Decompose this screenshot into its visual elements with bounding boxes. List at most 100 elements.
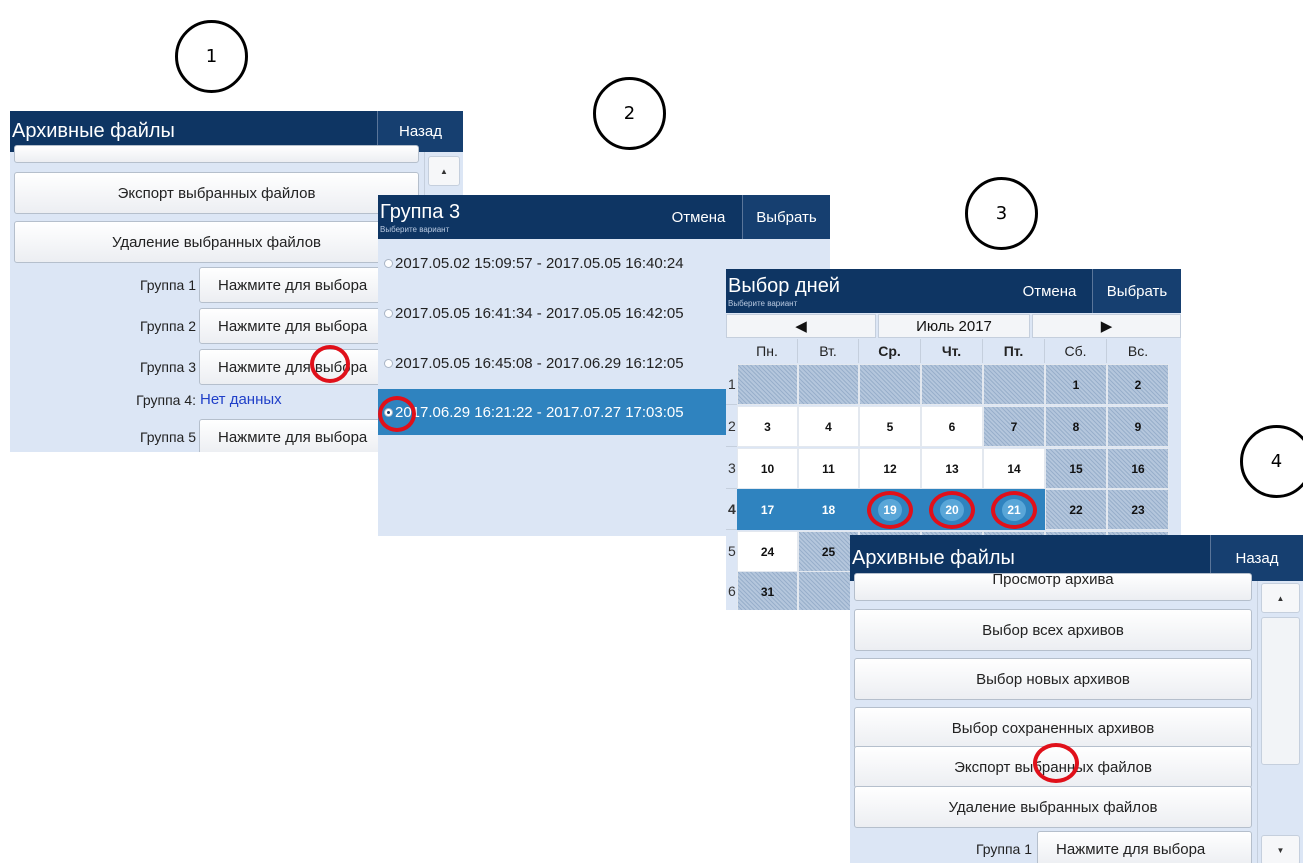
weekday-header: Ср. (859, 339, 921, 363)
step-1-marker: 1 (175, 20, 248, 93)
calendar-day-number: 8 (1072, 419, 1080, 434)
calendar-day[interactable]: 18 (798, 489, 859, 530)
calendar-day[interactable]: 3 (737, 406, 798, 447)
weekday-header: Вт. (798, 339, 859, 363)
calendar-day-number: 5 (886, 419, 894, 434)
calendar-day-number: 14 (1007, 461, 1021, 476)
radio-selected-icon (384, 407, 393, 417)
triangle-right-icon: ▶ (1100, 318, 1113, 335)
week-number: 6 (726, 571, 737, 610)
calendar-day[interactable]: 31 (737, 571, 798, 610)
calendar-day-number: 22 (1069, 502, 1083, 517)
select-button[interactable]: Выбрать (742, 195, 830, 239)
export-selected-button[interactable]: Экспорт выбранных файлов (854, 746, 1252, 788)
option-text: 2017.05.05 16:41:34 - 2017.05.05 16:42:0… (395, 304, 684, 322)
group-1-label: Группа 1 (139, 277, 196, 293)
calendar-day-number: 20 (940, 498, 964, 521)
calendar-empty-cell (737, 364, 798, 405)
view-archive-label: Просмотр архива (992, 573, 1114, 588)
group-1-label: Группа 1 (975, 841, 1032, 857)
calendar-day-number: 23 (1131, 502, 1145, 517)
option-text: 2017.06.29 16:21:22 - 2017.07.27 17:03:0… (395, 403, 684, 421)
calendar-day[interactable]: 20 (921, 489, 983, 530)
scroll-up-icon[interactable]: ▲ (1261, 583, 1300, 613)
calendar-day[interactable]: 8 (1045, 406, 1107, 447)
weekday-header: Пн. (737, 339, 798, 363)
delete-selected-button[interactable]: Удаление выбранных файлов (854, 786, 1252, 828)
scroll-down-icon[interactable]: ▼ (1261, 835, 1300, 863)
calendar-day[interactable]: 14 (983, 448, 1045, 489)
calendar-day[interactable]: 16 (1107, 448, 1169, 489)
calendar-day[interactable]: 15 (1045, 448, 1107, 489)
calendar-day-number: 13 (945, 461, 959, 476)
calendar-day-number: 7 (1010, 419, 1018, 434)
weekday-header: Сб. (1045, 339, 1107, 363)
step-2-marker: 2 (593, 77, 666, 150)
calendar-day-number: 9 (1134, 419, 1142, 434)
calendar-day[interactable]: 1 (1045, 364, 1107, 405)
calendar-day-number: 3 (764, 419, 771, 434)
group-2-label: Группа 2 (139, 318, 196, 334)
option-text: 2017.05.02 15:09:57 - 2017.05.05 16:40:2… (395, 254, 684, 272)
week-number: 2 (726, 406, 737, 447)
week-number: 5 (726, 531, 737, 572)
calendar-day[interactable]: 9 (1107, 406, 1169, 447)
calendar-day[interactable]: 6 (921, 406, 983, 447)
calendar-day[interactable]: 5 (859, 406, 921, 447)
radio-icon (384, 358, 393, 368)
calendar-day-number: 11 (822, 461, 835, 476)
calendar-day[interactable]: 12 (859, 448, 921, 489)
scroll-thumb[interactable] (1261, 617, 1300, 765)
triangle-left-icon: ◀ (795, 318, 807, 335)
select-button[interactable]: Выбрать (1092, 269, 1181, 313)
calendar-day-number: 6 (948, 419, 956, 434)
calendar-empty-cell (983, 364, 1045, 405)
next-month-button[interactable]: ▶ (1032, 314, 1181, 338)
calendar-day[interactable]: 23 (1107, 489, 1169, 530)
hidden-top-button[interactable] (14, 145, 419, 163)
calendar-day[interactable]: 10 (737, 448, 798, 489)
prev-month-button[interactable]: ◀ (726, 314, 876, 338)
delete-selected-button[interactable]: Удаление выбранных файлов (14, 221, 419, 263)
scroll-up-icon[interactable]: ▲ (428, 156, 460, 186)
calendar-day[interactable]: 22 (1045, 489, 1107, 530)
export-selected-button[interactable]: Экспорт выбранных файлов (14, 172, 419, 214)
calendar-day[interactable]: 13 (921, 448, 983, 489)
calendar-day[interactable]: 17 (737, 489, 798, 530)
calendar-day-number: 24 (760, 544, 775, 559)
group-1-select-button[interactable]: Нажмите для выбора (1037, 831, 1252, 863)
calendar-day[interactable]: 2 (1107, 364, 1169, 405)
calendar-day[interactable]: 4 (798, 406, 859, 447)
week-number: 3 (726, 448, 737, 489)
week-number: 4 (726, 489, 737, 530)
calendar-day-number: 21 (1002, 498, 1026, 521)
calendar-day-number: 2 (1134, 377, 1142, 392)
cancel-button[interactable]: Отмена (1007, 269, 1092, 313)
dialog-subtitle: Выберите вариант (728, 299, 798, 308)
calendar-day-number: 10 (760, 461, 775, 476)
calendar-day[interactable]: 11 (798, 448, 859, 489)
calendar-day-number: 25 (821, 544, 836, 559)
month-label: Июль 2017 (878, 314, 1030, 338)
calendar-empty-cell (798, 364, 859, 405)
panel-3-titlebar: Выбор дней Выберите вариант Отмена Выбра… (726, 269, 1181, 313)
calendar-day[interactable]: 19 (859, 489, 921, 530)
step-4-marker: 4 (1240, 425, 1303, 498)
month-nav: ◀ Июль 2017 ▶ (726, 314, 1181, 338)
calendar-empty-cell (921, 364, 983, 405)
option-text: 2017.05.05 16:45:08 - 2017.06.29 16:12:0… (395, 354, 684, 372)
calendar-day[interactable]: 7 (983, 406, 1045, 447)
dialog-title: Выбор дней (728, 275, 840, 297)
page-title: Архивные файлы (12, 120, 175, 142)
calendar-day[interactable]: 21 (983, 489, 1045, 530)
select-all-archives-button[interactable]: Выбор всех архивов (854, 609, 1252, 651)
archive-files-panel-4: Архивные файлы Назад Просмотр архива Выб… (850, 535, 1303, 863)
cancel-button[interactable]: Отмена (655, 195, 742, 239)
view-archive-button[interactable]: Просмотр архива (854, 573, 1252, 601)
select-new-archives-button[interactable]: Выбор новых архивов (854, 658, 1252, 700)
panel-2-titlebar: Группа 3 Выберите вариант Отмена Выбрать (378, 195, 830, 239)
select-saved-archives-button[interactable]: Выбор сохраненных архивов (854, 707, 1252, 749)
scrollbar[interactable]: ▲ ▼ (1257, 581, 1303, 863)
calendar-empty-cell (859, 364, 921, 405)
calendar-day[interactable]: 24 (737, 531, 798, 572)
